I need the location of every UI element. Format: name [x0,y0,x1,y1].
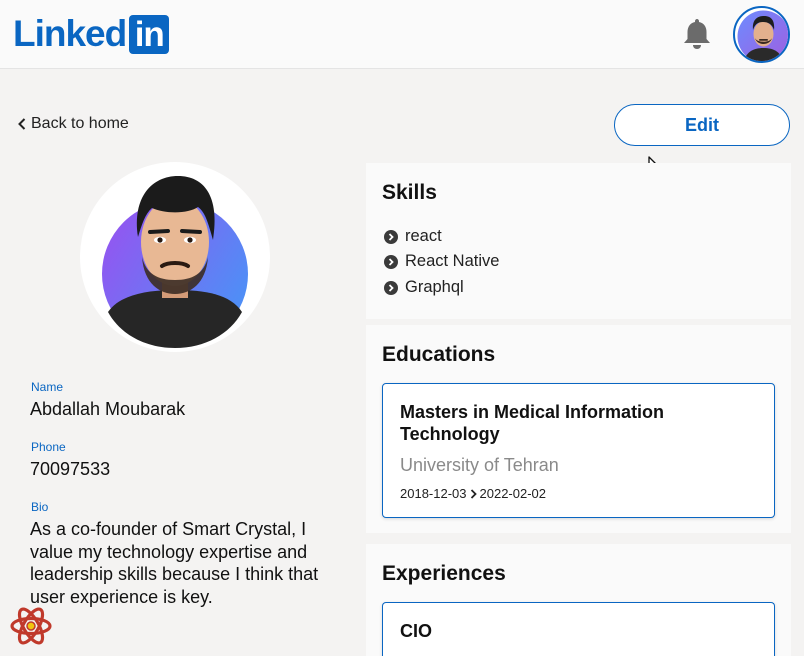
chevron-right-icon [470,488,477,499]
educations-card: Educations Masters in Medical Informatio… [366,325,791,533]
skill-label: React Native [405,252,500,270]
skills-title: Skills [382,181,437,204]
skills-card: Skills react React Native Graphql [366,163,791,319]
back-to-home-label: Back to home [31,115,129,132]
chevron-circle-icon [384,229,398,244]
skill-item: react [384,227,442,246]
experience-role: CIO [400,621,433,641]
back-to-home-link[interactable]: Back to home [18,115,129,133]
bio-value: As a co-founder of Smart Crystal, I valu… [30,519,319,607]
education-degree: Masters in Medical Information Technolog… [400,402,665,444]
user-avatar[interactable] [733,6,790,63]
experience-item[interactable]: CIO [382,602,775,656]
experiences-title: Experiences [382,562,506,585]
avatar-illustration [737,10,788,61]
educations-title: Educations [382,343,496,366]
profile-info-column: Name Abdallah Moubarak Phone 70097533 Bi… [0,150,360,656]
education-dates: 2018-12-03 2022-02-02 [400,486,546,501]
skill-label: react [405,227,442,245]
phone-label: Phone [31,440,66,454]
logo-box: in [129,14,170,54]
education-end-date: 2022-02-02 [479,486,547,501]
phone-value: 70097533 [30,459,111,479]
name-label: Name [31,380,64,394]
logo-text: Linked [13,13,127,54]
experiences-card: Experiences CIO [366,544,791,656]
profile-illustration [102,176,248,348]
chevron-circle-icon [384,280,398,295]
linkedin-logo[interactable]: Linked in [13,13,170,54]
chevron-circle-icon [384,254,398,269]
top-navbar: Linked in [0,0,804,69]
react-devtools-icon[interactable] [10,605,52,647]
education-item[interactable]: Masters in Medical Information Technolog… [382,383,775,518]
chevron-left-icon [18,118,26,130]
education-start-date: 2018-12-03 [400,486,467,501]
bell-icon[interactable] [681,17,713,51]
profile-photo [80,162,270,352]
education-school: University of Tehran [400,455,559,475]
skill-label: Graphql [405,278,464,296]
name-value: Abdallah Moubarak [30,399,186,419]
edit-button[interactable]: Edit [614,104,790,146]
skill-item: React Native [384,252,499,271]
bio-label: Bio [31,500,49,514]
skill-item: Graphql [384,278,464,297]
